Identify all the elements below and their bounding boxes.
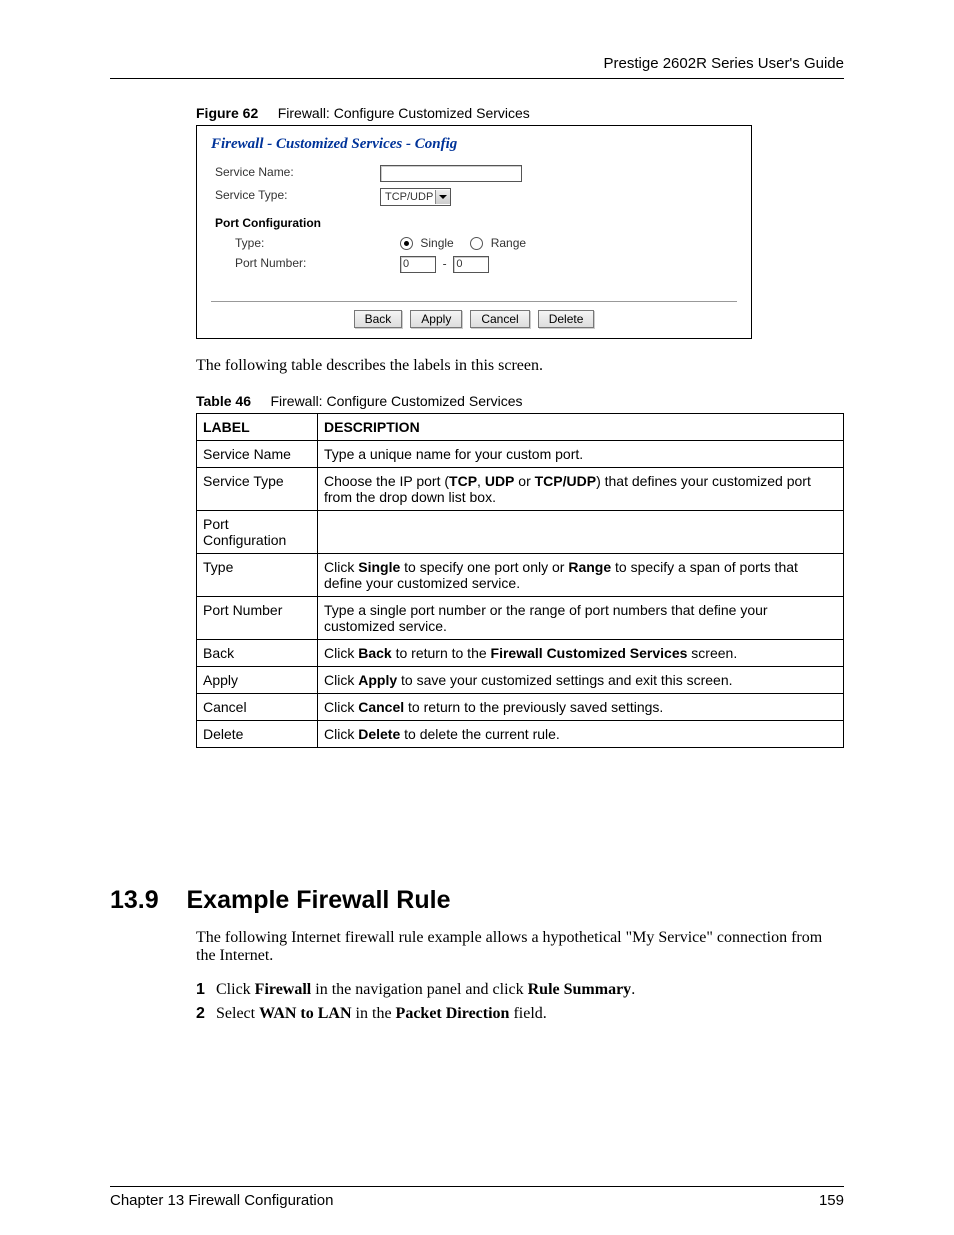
- service-name-label: Service Name:: [211, 165, 380, 182]
- row-description: Click Single to specify one port only or…: [318, 554, 844, 597]
- table-row: CancelClick Cancel to return to the prev…: [197, 694, 844, 721]
- apply-button[interactable]: Apply: [410, 310, 462, 328]
- figure-panel: Firewall - Customized Services - Config …: [196, 125, 752, 339]
- step-text: Select WAN to LAN in the Packet Directio…: [216, 1005, 547, 1023]
- port-from-input[interactable]: 0: [400, 256, 436, 273]
- service-type-select[interactable]: TCP/UDP: [380, 188, 451, 206]
- table-row: Port Configuration: [197, 511, 844, 554]
- port-number-label: Port Number:: [211, 256, 400, 273]
- radio-range[interactable]: [470, 237, 483, 250]
- section-number: 13.9: [110, 886, 159, 914]
- row-label: Delete: [197, 721, 318, 748]
- table-row: DeleteClick Delete to delete the current…: [197, 721, 844, 748]
- panel-title: Firewall - Customized Services - Config: [211, 136, 737, 153]
- radio-single-label: Single: [420, 236, 453, 250]
- table-row: Service NameType a unique name for your …: [197, 441, 844, 468]
- table-caption: Table 46 Firewall: Configure Customized …: [196, 393, 844, 409]
- service-type-label: Service Type:: [211, 188, 380, 206]
- step-number: 2: [196, 1005, 216, 1023]
- service-name-input[interactable]: [380, 165, 522, 182]
- figure-caption: Figure 62 Firewall: Configure Customized…: [196, 105, 844, 121]
- figure-title: Firewall: Configure Customized Services: [278, 105, 530, 121]
- row-description: Click Cancel to return to the previously…: [318, 694, 844, 721]
- row-description: Type a unique name for your custom port.: [318, 441, 844, 468]
- row-label: Port Number: [197, 597, 318, 640]
- footer-chapter: Chapter 13 Firewall Configuration: [110, 1192, 333, 1209]
- port-config-heading: Port Configuration: [211, 216, 737, 230]
- page-header: Prestige 2602R Series User's Guide: [110, 55, 844, 72]
- radio-range-label: Range: [491, 236, 526, 250]
- service-type-value: TCP/UDP: [383, 191, 435, 203]
- chevron-down-icon: [439, 195, 447, 199]
- port-dash: -: [443, 257, 447, 271]
- page-footer: Chapter 13 Firewall Configuration 159: [110, 1192, 844, 1209]
- step-text: Click Firewall in the navigation panel a…: [216, 981, 635, 999]
- row-description: Type a single port number or the range o…: [318, 597, 844, 640]
- description-table: LABEL DESCRIPTION Service NameType a uni…: [196, 413, 844, 748]
- row-label: Type: [197, 554, 318, 597]
- intro-text: The following table describes the labels…: [196, 357, 844, 375]
- th-description: DESCRIPTION: [318, 414, 844, 441]
- footer-rule: [110, 1186, 844, 1187]
- row-label: Back: [197, 640, 318, 667]
- row-label: Port Configuration: [197, 511, 318, 554]
- footer-page: 159: [819, 1192, 844, 1209]
- table-row: TypeClick Single to specify one port onl…: [197, 554, 844, 597]
- table-row: BackClick Back to return to the Firewall…: [197, 640, 844, 667]
- row-label: Service Name: [197, 441, 318, 468]
- row-label: Cancel: [197, 694, 318, 721]
- row-description: Click Back to return to the Firewall Cus…: [318, 640, 844, 667]
- table-number: Table 46: [196, 393, 251, 409]
- row-description: Choose the IP port (TCP, UDP or TCP/UDP)…: [318, 468, 844, 511]
- delete-button[interactable]: Delete: [538, 310, 595, 328]
- figure-number: Figure 62: [196, 105, 258, 121]
- guide-title: Prestige 2602R Series User's Guide: [604, 55, 844, 72]
- dropdown-button[interactable]: [435, 190, 450, 204]
- table-row: Port NumberType a single port number or …: [197, 597, 844, 640]
- step-number: 1: [196, 981, 216, 999]
- table-row: Service TypeChoose the IP port (TCP, UDP…: [197, 468, 844, 511]
- port-to-input[interactable]: 0: [453, 256, 489, 273]
- row-label: Service Type: [197, 468, 318, 511]
- row-description: Click Delete to delete the current rule.: [318, 721, 844, 748]
- th-label: LABEL: [197, 414, 318, 441]
- section-intro: The following Internet firewall rule exa…: [196, 929, 844, 965]
- list-item: 2Select WAN to LAN in the Packet Directi…: [196, 1005, 844, 1023]
- cancel-button[interactable]: Cancel: [470, 310, 529, 328]
- radio-single[interactable]: [400, 237, 413, 250]
- table-row: ApplyClick Apply to save your customized…: [197, 667, 844, 694]
- row-description: Click Apply to save your customized sett…: [318, 667, 844, 694]
- back-button[interactable]: Back: [354, 310, 403, 328]
- list-item: 1Click Firewall in the navigation panel …: [196, 981, 844, 999]
- row-label: Apply: [197, 667, 318, 694]
- type-label: Type:: [211, 236, 400, 250]
- section-title: Example Firewall Rule: [186, 886, 450, 914]
- table-title: Firewall: Configure Customized Services: [270, 393, 522, 409]
- row-description: [318, 511, 844, 554]
- header-rule: [110, 78, 844, 79]
- section-heading: 13.9 Example Firewall Rule: [110, 886, 844, 915]
